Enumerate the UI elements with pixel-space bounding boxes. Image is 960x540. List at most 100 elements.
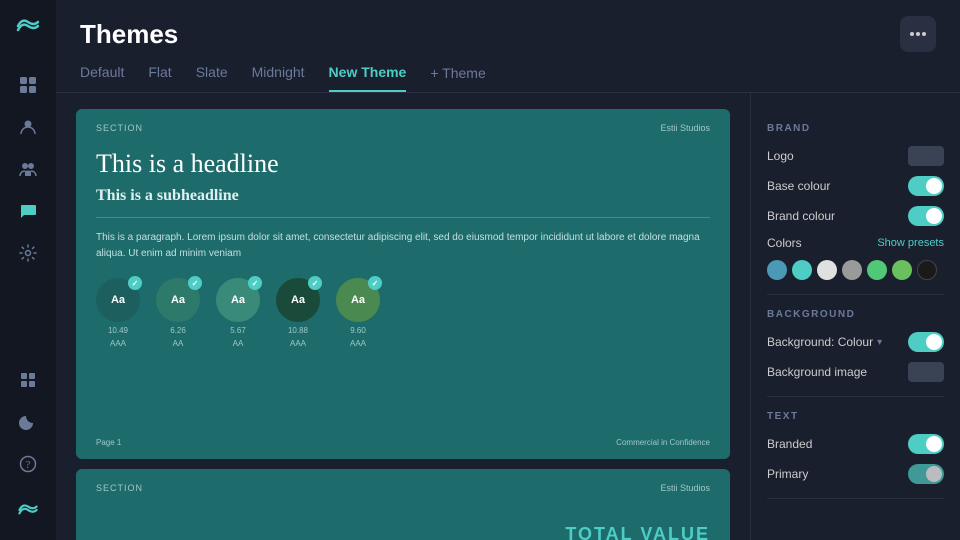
circle-label-3: Aa bbox=[231, 294, 245, 306]
circle-item-2: Aa ✓ 6.26 AA bbox=[156, 278, 200, 348]
main-area: Themes Default Flat Slate Midnight New T… bbox=[56, 0, 960, 540]
base-colour-row: Base colour bbox=[767, 176, 944, 196]
logo-row: Logo bbox=[767, 146, 944, 166]
data-icon[interactable] bbox=[10, 362, 46, 398]
base-colour-label: Base colour bbox=[767, 179, 830, 193]
color-swatch-teal-blue[interactable] bbox=[767, 260, 787, 280]
chevron-down-icon: ▾ bbox=[877, 337, 882, 348]
color-swatch-light-green[interactable] bbox=[892, 260, 912, 280]
circle-grade-4: AAA bbox=[290, 339, 306, 348]
card-page: Page 1 bbox=[96, 438, 121, 447]
tab-new-theme[interactable]: New Theme bbox=[329, 64, 407, 92]
card-paragraph: This is a paragraph. Lorem ipsum dolor s… bbox=[96, 230, 710, 262]
colors-header: Colors Show presets bbox=[767, 236, 944, 250]
circle-check-2: ✓ bbox=[188, 276, 202, 290]
primary-row: Primary bbox=[767, 464, 944, 484]
circle-score-3: 5.67 bbox=[230, 326, 246, 335]
color-swatch-teal[interactable] bbox=[792, 260, 812, 280]
brand-colour-label: Brand colour bbox=[767, 209, 835, 223]
bg-image-swatch[interactable] bbox=[908, 362, 944, 382]
base-colour-knob bbox=[926, 178, 942, 194]
branded-knob bbox=[926, 436, 942, 452]
bg-colour-dropdown[interactable]: Background: Colour ▾ bbox=[767, 335, 882, 349]
circle-5: Aa ✓ bbox=[336, 278, 380, 322]
circle-grade-2: AA bbox=[173, 339, 184, 348]
circle-label-4: Aa bbox=[291, 294, 305, 306]
sidebar-logo[interactable] bbox=[14, 12, 42, 45]
card2-chart-title: TOTAL VALUE bbox=[565, 524, 710, 540]
dot3 bbox=[922, 32, 926, 36]
circle-item-1: Aa ✓ 10.49 AAA bbox=[96, 278, 140, 348]
brand-colour-toggle[interactable] bbox=[908, 206, 944, 226]
brand-section-title: BRAND bbox=[767, 123, 944, 134]
circle-grade-1: AAA bbox=[110, 339, 126, 348]
primary-toggle[interactable] bbox=[908, 464, 944, 484]
dot2 bbox=[916, 32, 920, 36]
header: Themes bbox=[56, 0, 960, 52]
card-divider bbox=[96, 217, 710, 218]
page-title: Themes bbox=[80, 19, 178, 50]
tab-flat[interactable]: Flat bbox=[148, 64, 171, 92]
card-section-label: SECTION bbox=[96, 123, 143, 133]
preview-pane: SECTION Estii Studios This is a headline… bbox=[56, 93, 750, 540]
dot1 bbox=[910, 32, 914, 36]
brand-section: BRAND Logo Base colour Brand colour bbox=[767, 109, 944, 295]
circle-item-3: Aa ✓ 5.67 AA bbox=[216, 278, 260, 348]
color-swatch-light-gray[interactable] bbox=[817, 260, 837, 280]
color-swatch-black[interactable] bbox=[917, 260, 937, 280]
chat-icon[interactable] bbox=[10, 193, 46, 229]
tab-add[interactable]: + Theme bbox=[430, 65, 485, 91]
circle-check-5: ✓ bbox=[368, 276, 382, 290]
circle-item-4: Aa ✓ 10.88 AAA bbox=[276, 278, 320, 348]
branded-label: Branded bbox=[767, 437, 812, 451]
bg-colour-toggle[interactable] bbox=[908, 332, 944, 352]
card-header-row: SECTION Estii Studios bbox=[96, 123, 710, 133]
circle-score-4: 10.88 bbox=[288, 326, 308, 335]
base-colour-toggle[interactable] bbox=[908, 176, 944, 196]
logo-label: Logo bbox=[767, 149, 794, 163]
circle-1: Aa ✓ bbox=[96, 278, 140, 322]
background-section-title: BACKGROUND bbox=[767, 309, 944, 320]
primary-knob bbox=[926, 466, 942, 482]
sidebar: ? bbox=[0, 0, 56, 540]
brand-colour-knob bbox=[926, 208, 942, 224]
circle-item-5: Aa ✓ 9.60 AAA bbox=[336, 278, 380, 348]
bg-image-row: Background image bbox=[767, 362, 944, 382]
circle-4: Aa ✓ bbox=[276, 278, 320, 322]
card2-chart-area: TOTAL VALUE bbox=[96, 509, 710, 540]
card-brand-label: Estii Studios bbox=[660, 123, 710, 133]
group-icon[interactable] bbox=[10, 151, 46, 187]
circle-check-3: ✓ bbox=[248, 276, 262, 290]
circle-2: Aa ✓ bbox=[156, 278, 200, 322]
text-section-title: TEXT bbox=[767, 411, 944, 422]
circle-check-1: ✓ bbox=[128, 276, 142, 290]
bg-colour-row: Background: Colour ▾ bbox=[767, 332, 944, 352]
user-icon[interactable] bbox=[10, 109, 46, 145]
color-swatch-gray[interactable] bbox=[842, 260, 862, 280]
help-icon[interactable]: ? bbox=[10, 446, 46, 482]
card-subheadline: This is a subheadline bbox=[96, 187, 710, 205]
settings-icon[interactable] bbox=[10, 235, 46, 271]
colors-label: Colors bbox=[767, 236, 802, 250]
circle-3: Aa ✓ bbox=[216, 278, 260, 322]
moon-icon[interactable] bbox=[10, 404, 46, 440]
tab-midnight[interactable]: Midnight bbox=[252, 64, 305, 92]
grid-icon[interactable] bbox=[10, 67, 46, 103]
bg-colour-knob bbox=[926, 334, 942, 350]
right-panel: BRAND Logo Base colour Brand colour bbox=[750, 93, 960, 540]
more-button[interactable] bbox=[900, 16, 936, 52]
content-area: SECTION Estii Studios This is a headline… bbox=[56, 93, 960, 540]
logo-swatch[interactable] bbox=[908, 146, 944, 166]
color-swatch-green[interactable] bbox=[867, 260, 887, 280]
circle-label-2: Aa bbox=[171, 294, 185, 306]
primary-label: Primary bbox=[767, 467, 808, 481]
tab-default[interactable]: Default bbox=[80, 64, 124, 92]
color-swatches bbox=[767, 260, 944, 280]
logo-bottom-icon[interactable] bbox=[10, 492, 46, 528]
circle-score-1: 10.49 bbox=[108, 326, 128, 335]
show-presets-button[interactable]: Show presets bbox=[877, 237, 944, 249]
circle-score-2: 6.26 bbox=[170, 326, 186, 335]
branded-toggle[interactable] bbox=[908, 434, 944, 454]
circle-score-5: 9.60 bbox=[350, 326, 366, 335]
tab-slate[interactable]: Slate bbox=[196, 64, 228, 92]
